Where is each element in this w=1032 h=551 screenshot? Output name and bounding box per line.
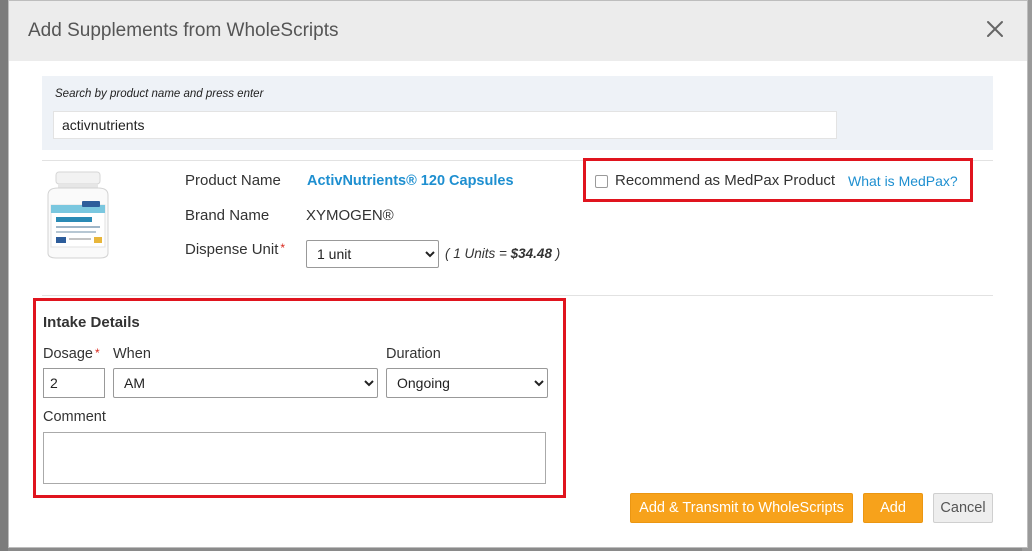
when-select[interactable]: AM	[113, 368, 378, 398]
intake-details-section: Intake Details Dosage* When AM Duration …	[33, 298, 566, 498]
comment-label: Comment	[43, 409, 106, 425]
duration-label: Duration	[386, 346, 441, 362]
modal-title: Add Supplements from WholeScripts	[28, 20, 339, 41]
supplement-bottle-icon	[47, 171, 109, 259]
search-section: Search by product name and press enter	[42, 76, 993, 150]
brand-name-value: XYMOGEN®	[306, 207, 394, 224]
dispense-unit-label-text: Dispense Unit	[185, 241, 279, 258]
add-transmit-button[interactable]: Add & Transmit to WholeScripts	[630, 493, 853, 523]
unit-note-prefix: ( 1 Units =	[445, 246, 511, 261]
dosage-label-text: Dosage	[43, 346, 93, 362]
dispense-unit-select[interactable]: 1 unit	[306, 240, 439, 268]
required-mark: *	[94, 346, 100, 360]
medpax-label: Recommend as MedPax Product	[615, 172, 836, 189]
medpax-highlight: Recommend as MedPax Product What is MedP…	[583, 158, 973, 202]
search-label: Search by product name and press enter	[55, 88, 264, 100]
add-supplements-modal: Add Supplements from WholeScripts Search…	[8, 0, 1028, 548]
intake-details-title: Intake Details	[43, 314, 140, 331]
required-mark: *	[280, 241, 286, 255]
unit-price: $34.48	[510, 246, 552, 261]
search-input[interactable]	[53, 111, 837, 139]
page-backdrop-left	[0, 0, 8, 551]
duration-select[interactable]: Ongoing	[386, 368, 548, 398]
dispense-unit-label: Dispense Unit *	[185, 241, 285, 258]
what-is-medpax-link[interactable]: What is MedPax?	[848, 173, 958, 189]
product-name-label: Product Name	[185, 172, 281, 189]
modal-header: Add Supplements from WholeScripts	[9, 1, 1027, 61]
unit-price-note: ( 1 Units = $34.48 )	[445, 246, 560, 261]
medpax-checkbox[interactable]	[595, 175, 608, 188]
dosage-label: Dosage *	[43, 346, 100, 362]
when-label: When	[113, 346, 151, 362]
brand-name-label: Brand Name	[185, 207, 270, 224]
unit-note-suffix: )	[551, 246, 561, 261]
close-button[interactable]	[983, 17, 1007, 41]
add-button[interactable]: Add	[863, 493, 923, 523]
divider	[42, 295, 993, 296]
cancel-button[interactable]: Cancel	[933, 493, 993, 523]
comment-textarea[interactable]	[43, 432, 546, 484]
dosage-input[interactable]	[43, 368, 105, 398]
product-name-link[interactable]: ActivNutrients® 120 Capsules	[307, 173, 514, 189]
close-icon	[987, 21, 1003, 37]
